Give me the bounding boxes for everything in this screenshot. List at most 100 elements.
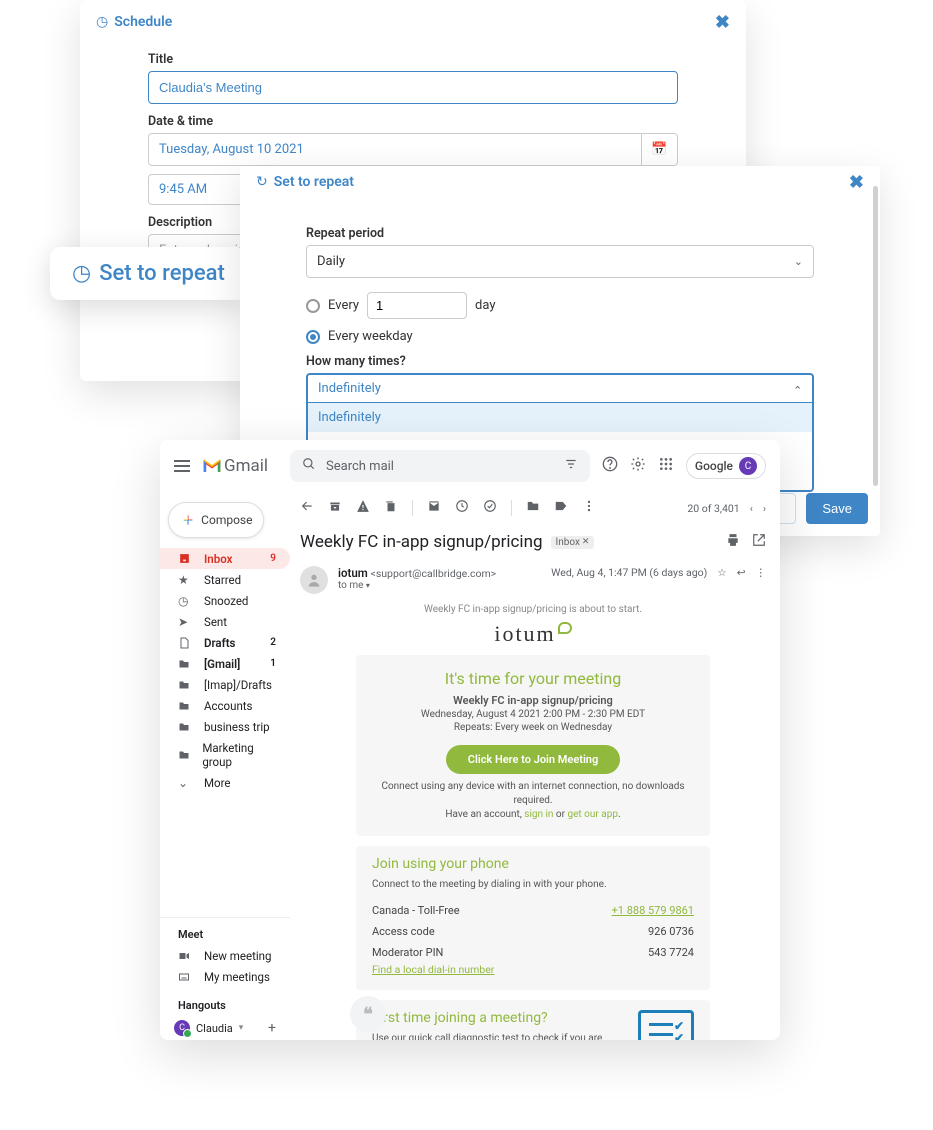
weekday-radio-row[interactable]: Every weekday bbox=[306, 329, 814, 344]
close-icon[interactable]: ✖ bbox=[715, 12, 730, 33]
sidebar-item-sent[interactable]: ➤Sent bbox=[160, 611, 290, 632]
phone-title: Join using your phone bbox=[372, 856, 694, 872]
calendar-button[interactable]: 📅 bbox=[642, 133, 678, 166]
reply-icon[interactable]: ↩ bbox=[737, 566, 746, 579]
phone-row: Access code926 0736 bbox=[372, 921, 694, 942]
spam-icon[interactable] bbox=[356, 499, 370, 517]
more-icon: ⌄ bbox=[178, 776, 192, 790]
folder-icon bbox=[178, 749, 190, 761]
sign-in-link[interactable]: sign in bbox=[524, 809, 553, 820]
help-icon[interactable] bbox=[602, 456, 618, 476]
sidebar-item-inbox[interactable]: Inbox9 bbox=[160, 548, 290, 569]
print-icon[interactable] bbox=[726, 533, 740, 551]
open-icon[interactable] bbox=[752, 533, 766, 551]
dial-link[interactable]: +1 888 579 9861 bbox=[612, 904, 694, 917]
move-icon[interactable] bbox=[526, 499, 540, 517]
sidebar-item--imap-drafts[interactable]: [Imap]/Drafts bbox=[160, 674, 290, 695]
close-icon[interactable]: ✖ bbox=[849, 172, 864, 193]
sender-name: iotum bbox=[338, 566, 368, 580]
sender-email: <support@callbridge.com> bbox=[371, 567, 497, 580]
delete-icon[interactable] bbox=[384, 499, 398, 517]
email-preamble: Weekly FC in-app signup/pricing is about… bbox=[300, 604, 766, 615]
snooze-icon[interactable] bbox=[455, 499, 469, 517]
time-input[interactable]: 9:45 AM bbox=[148, 174, 248, 205]
phone-card: Join using your phone Connect to the mee… bbox=[356, 846, 710, 990]
meet-header: Meet bbox=[160, 924, 290, 945]
sidebar-item-marketing-group[interactable]: Marketing group bbox=[160, 737, 290, 772]
next-icon[interactable]: › bbox=[763, 502, 766, 515]
task-icon[interactable] bbox=[483, 499, 497, 517]
message-toolbar: 20 of 3,401 ‹ › bbox=[300, 492, 766, 524]
pill-label: Set to repeat bbox=[99, 261, 225, 286]
meeting-headline: It's time for your meeting bbox=[372, 669, 694, 688]
set-to-repeat-pill: ◷ Set to repeat bbox=[50, 247, 247, 300]
diagnostic-card: First time joining a meeting? Use our qu… bbox=[356, 1000, 710, 1040]
period-label: Repeat period bbox=[306, 226, 814, 241]
send-icon: ➤ bbox=[178, 615, 192, 629]
compose-button[interactable]: + Compose bbox=[168, 502, 264, 538]
folder-icon bbox=[178, 721, 192, 733]
folder-icon bbox=[178, 679, 192, 691]
chat-bubble-icon[interactable]: ❝ bbox=[350, 996, 386, 1032]
sender-avatar bbox=[300, 566, 328, 594]
more-icon[interactable] bbox=[582, 499, 596, 517]
hangouts-user[interactable]: C Claudia ▾ + bbox=[160, 1016, 290, 1040]
title-input[interactable] bbox=[148, 71, 678, 104]
scrollbar[interactable] bbox=[873, 186, 878, 486]
phone-row: Canada - Toll-Free+1 888 579 9861 bbox=[372, 900, 694, 921]
times-label: How many times? bbox=[306, 354, 814, 369]
every-radio-row[interactable]: Every day bbox=[306, 292, 814, 319]
gmail-m-icon bbox=[202, 458, 222, 474]
sidebar-item-starred[interactable]: ★Starred bbox=[160, 569, 290, 590]
period-select[interactable]: Daily ⌄ bbox=[306, 245, 814, 278]
inbox-chip[interactable]: Inbox ✕ bbox=[551, 536, 595, 549]
every-count-input[interactable] bbox=[367, 292, 467, 319]
chevron-down-icon[interactable]: ▾ bbox=[366, 581, 370, 590]
gmail-window: Gmail Search mail Google C bbox=[160, 440, 780, 1040]
chevron-down-icon: ▾ bbox=[239, 1023, 244, 1033]
plus-icon[interactable]: + bbox=[268, 1020, 276, 1036]
checklist-icon: ✔ ✔ bbox=[638, 1010, 694, 1040]
filter-icon[interactable] bbox=[564, 457, 578, 475]
plus-icon: + bbox=[183, 511, 193, 529]
join-meeting-button[interactable]: Click Here to Join Meeting bbox=[446, 745, 620, 774]
file-icon bbox=[178, 637, 192, 649]
times-option[interactable]: Indefinitely bbox=[308, 403, 812, 432]
search-input[interactable]: Search mail bbox=[290, 450, 590, 482]
date-input[interactable]: Tuesday, August 10 2021 bbox=[148, 133, 642, 166]
prev-icon[interactable]: ‹ bbox=[750, 502, 753, 515]
label-icon[interactable] bbox=[554, 499, 568, 517]
menu-icon[interactable] bbox=[174, 460, 190, 472]
google-account-chip[interactable]: Google C bbox=[686, 453, 766, 479]
diag-title: First time joining a meeting? bbox=[372, 1010, 624, 1026]
video-icon bbox=[178, 950, 192, 962]
star-icon[interactable]: ☆ bbox=[717, 566, 726, 579]
gmail-header: Gmail Search mail Google C bbox=[160, 440, 780, 492]
gmail-sidebar: + Compose Inbox9★Starred◷Snoozed➤SentDra… bbox=[160, 492, 290, 1040]
sidebar-item-snoozed[interactable]: ◷Snoozed bbox=[160, 590, 290, 611]
sidebar-item-accounts[interactable]: Accounts bbox=[160, 695, 290, 716]
apps-icon[interactable] bbox=[658, 456, 674, 476]
meet-item-my-meetings[interactable]: My meetings bbox=[160, 966, 290, 987]
sidebar-item-more[interactable]: ⌄More bbox=[160, 772, 290, 793]
inbox-icon bbox=[178, 552, 192, 565]
find-local-link[interactable]: Find a local dial-in number bbox=[372, 963, 494, 976]
schedule-title: Schedule bbox=[114, 14, 172, 30]
gmail-logo[interactable]: Gmail bbox=[202, 456, 268, 476]
gear-icon[interactable] bbox=[630, 456, 646, 476]
back-icon[interactable] bbox=[300, 499, 314, 517]
sidebar-item--gmail-[interactable]: [Gmail]1 bbox=[160, 653, 290, 674]
avatar: C bbox=[174, 1020, 190, 1036]
sidebar-item-business-trip[interactable]: business trip bbox=[160, 716, 290, 737]
archive-icon[interactable] bbox=[328, 499, 342, 517]
meet-item-new-meeting[interactable]: New meeting bbox=[160, 945, 290, 966]
clock-icon: ◷ bbox=[72, 261, 91, 286]
mail-icon[interactable] bbox=[427, 499, 441, 517]
clock-icon: ◷ bbox=[178, 594, 192, 608]
title-label: Title bbox=[148, 52, 678, 67]
sidebar-item-drafts[interactable]: Drafts2 bbox=[160, 632, 290, 653]
hangouts-header: Hangouts bbox=[160, 995, 290, 1016]
save-button[interactable]: Save bbox=[806, 493, 868, 524]
get-app-link[interactable]: get our app bbox=[568, 809, 618, 820]
more-icon[interactable]: ⋮ bbox=[756, 566, 767, 579]
